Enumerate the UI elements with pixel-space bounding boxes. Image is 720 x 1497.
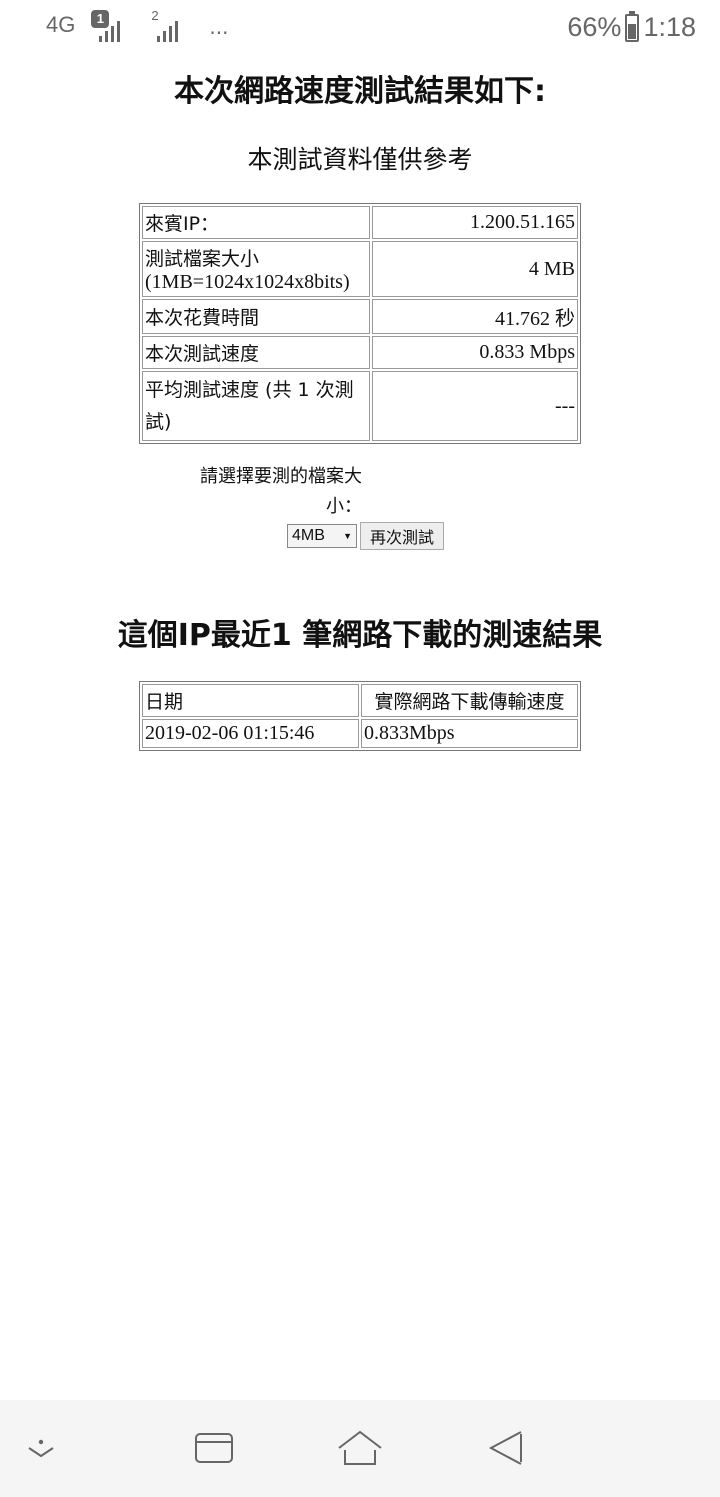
page-title: 本次網路速度測試結果如下:	[174, 74, 546, 109]
date-header: 日期	[142, 684, 359, 717]
date-cell: 2019-02-06 01:15:46	[142, 719, 359, 748]
sim2-signal-icon: 2	[151, 8, 191, 44]
test-speed-value: 0.833 Mbps	[372, 336, 578, 369]
average-speed-label: 平均測試速度 (共 1 次測 試)	[142, 371, 370, 441]
speed-result-table: 來賓IP： 1.200.51.165 測試檔案大小 (1MB=1024x1024…	[139, 203, 581, 444]
table-row: 測試檔案大小 (1MB=1024x1024x8bits) 4 MB	[142, 241, 578, 297]
network-type-4g: 4G	[46, 12, 76, 37]
table-row: 平均測試速度 (共 1 次測 試) ---	[142, 371, 578, 441]
file-size-select[interactable]: 4MB ▼	[287, 524, 357, 548]
file-size-label: 測試檔案大小 (1MB=1024x1024x8bits)	[142, 241, 370, 297]
elapsed-time-label: 本次花費時間	[142, 299, 370, 334]
battery-percent: 66%	[567, 12, 622, 42]
average-speed-value: ---	[372, 371, 578, 441]
back-icon[interactable]	[487, 1428, 527, 1468]
home-icon[interactable]	[337, 1428, 383, 1468]
file-size-prompt: 請選擇要測的檔案大 小：	[200, 466, 362, 517]
test-speed-label: 本次測試速度	[142, 336, 370, 369]
chevron-down-icon[interactable]	[26, 1428, 56, 1468]
page-subtitle: 本測試資料僅供參考	[247, 145, 473, 174]
history-title: 這個IP最近1 筆網路下載的測速結果	[117, 618, 603, 653]
sim1-signal-icon: 1	[91, 10, 133, 44]
navigation-bar	[0, 1400, 720, 1497]
file-size-select-value: 4MB	[292, 527, 325, 544]
guest-ip-label: 來賓IP：	[142, 206, 370, 239]
table-header-row: 日期 實際網路下載傳輸速度	[142, 684, 578, 717]
retest-button[interactable]: 再次測試	[360, 522, 445, 550]
file-size-value: 4 MB	[372, 241, 578, 297]
more-notifications-icon: ...	[209, 15, 229, 39]
table-row: 來賓IP： 1.200.51.165	[142, 206, 578, 239]
dropdown-arrow-icon: ▼	[343, 531, 352, 541]
speed-cell: 0.833Mbps	[361, 719, 578, 748]
retest-controls: 4MB ▼ 再次測試	[287, 522, 445, 550]
clock: 1:18	[643, 12, 696, 42]
table-row: 本次測試速度 0.833 Mbps	[142, 336, 578, 369]
table-row: 本次花費時間 41.762 秒	[142, 299, 578, 334]
history-table: 日期 實際網路下載傳輸速度 2019-02-06 01:15:46 0.833M…	[139, 681, 581, 751]
guest-ip-value: 1.200.51.165	[372, 206, 578, 239]
table-row: 2019-02-06 01:15:46 0.833Mbps	[142, 719, 578, 748]
elapsed-time-value: 41.762 秒	[372, 299, 578, 334]
status-bar: 4G 1 2 ... 66% 1:18	[0, 0, 720, 60]
recent-apps-icon[interactable]	[193, 1428, 237, 1468]
speed-header: 實際網路下載傳輸速度	[361, 684, 578, 717]
battery-icon	[625, 10, 640, 42]
